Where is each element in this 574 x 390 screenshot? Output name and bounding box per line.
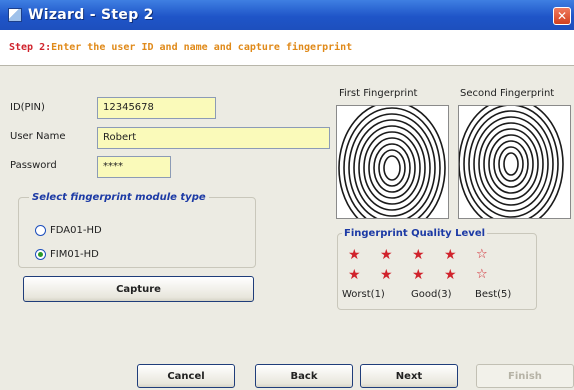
fingerprint-icon [338,106,446,218]
step-number: Step 2: [9,42,52,53]
second-fingerprint-label: Second Fingerprint [460,88,555,99]
password-label: Password [10,160,57,171]
quality-legend: Fingerprint Quality Level [344,228,486,239]
fingerprint-icon [459,106,564,218]
back-button[interactable]: Back [255,364,353,388]
next-button[interactable]: Next [360,364,458,388]
radio-selected-icon[interactable] [35,249,46,260]
id-label: ID(PIN) [10,102,45,113]
second-fingerprint-image [458,105,571,219]
first-fingerprint-image [336,105,449,219]
radio-fda01[interactable]: FDA01-HD [35,225,102,236]
finish-button[interactable]: Finish [476,364,574,388]
user-name-label: User Name [10,131,66,142]
radio-fim01[interactable]: FIM01-HD [35,249,99,260]
star-filled-icon: ★ [412,247,425,263]
radio-icon[interactable] [35,225,46,236]
quality-good-label: Good(3) [411,289,452,300]
star-empty-icon: ☆ [476,267,488,282]
radio-label-fim01: FIM01-HD [50,249,99,260]
star-filled-icon: ★ [348,267,361,283]
password-input[interactable]: **** [97,156,171,178]
wizard-window: Wizard - Step 2 ✕ Step 2:Enter the user … [0,0,574,390]
quality-worst-label: Worst(1) [342,289,385,300]
step-header: Step 2:Enter the user ID and name and ca… [0,30,574,66]
first-fingerprint-label: First Fingerprint [339,88,418,99]
close-icon: ✕ [556,9,568,23]
star-filled-icon: ★ [444,267,457,283]
star-filled-icon: ★ [444,247,457,263]
user-name-input[interactable]: Robert [97,127,330,149]
module-type-legend: Select fingerprint module type [32,192,206,203]
step-description: Enter the user ID and name and capture f… [51,42,353,53]
close-button[interactable]: ✕ [553,7,571,25]
star-filled-icon: ★ [380,247,393,263]
star-filled-icon: ★ [412,267,425,283]
radio-label-fda01: FDA01-HD [50,225,102,236]
capture-button[interactable]: Capture [23,276,254,302]
cancel-button[interactable]: Cancel [137,364,235,388]
star-filled-icon: ★ [380,267,393,283]
star-empty-icon: ☆ [476,247,488,262]
window-title: Wizard - Step 2 [28,7,154,23]
app-icon [8,8,22,22]
quality-best-label: Best(5) [475,289,512,300]
star-filled-icon: ★ [348,247,361,263]
title-bar[interactable]: Wizard - Step 2 ✕ [0,0,574,30]
id-input[interactable]: 12345678 [97,97,216,119]
module-type-group: Select fingerprint module type FDA01-HD … [18,192,256,268]
